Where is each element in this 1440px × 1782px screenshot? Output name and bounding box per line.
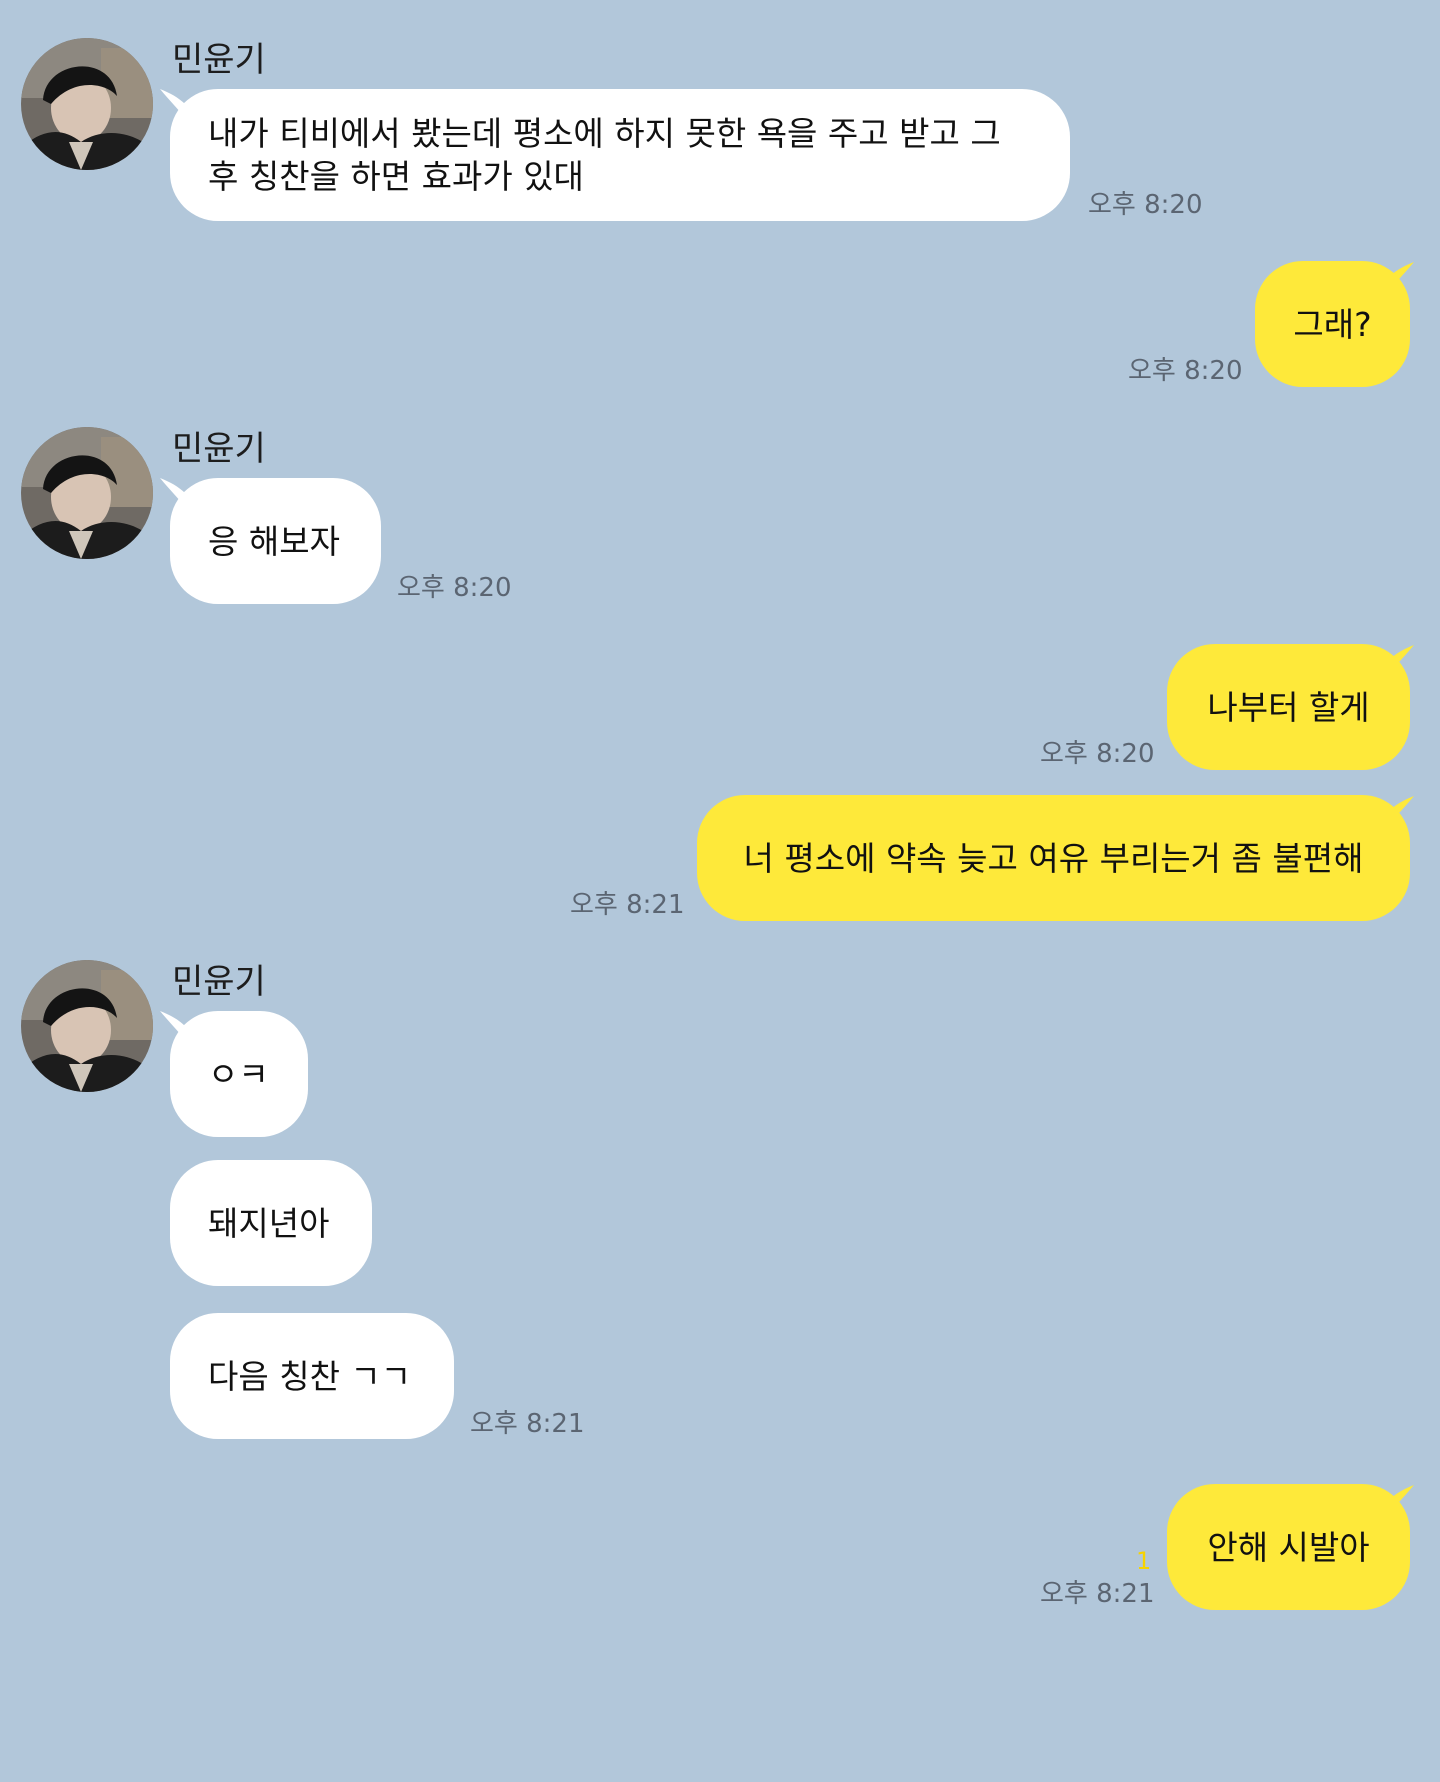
message-timestamp: 오후 8:20 [1088,190,1203,220]
message-timestamp: 오후 8:21 [470,1409,585,1439]
unread-count: 1 [1136,1547,1152,1575]
message-timestamp: 오후 8:21 [570,890,685,920]
avatar-photo-icon [21,960,153,1092]
message-timestamp: 오후 8:20 [1128,356,1243,386]
message-bubble-received[interactable]: 다음 칭찬 ㄱㄱ [170,1313,454,1439]
avatar-photo-icon [21,427,153,559]
message-bubble-received[interactable]: ㅇㅋ [170,1011,308,1137]
message-bubble-sent[interactable]: 나부터 할게 [1167,644,1410,770]
message-bubble-received[interactable]: 돼지년아 [170,1160,372,1286]
sender-avatar[interactable] [21,427,153,559]
message-bubble-received[interactable]: 내가 티비에서 봤는데 평소에 하지 못한 욕을 주고 받고 그 후 칭찬을 하… [170,89,1070,221]
message-bubble-sent[interactable]: 너 평소에 약속 늦고 여유 부리는거 좀 불편해 [697,795,1410,921]
sender-name: 민윤기 [172,962,266,1002]
message-bubble-received[interactable]: 응 해보자 [170,478,381,604]
message-timestamp: 오후 8:21 [1040,1579,1155,1609]
sender-name: 민윤기 [172,40,266,80]
message-timestamp: 오후 8:20 [397,573,512,603]
sender-avatar[interactable] [21,960,153,1092]
avatar-photo-icon [21,38,153,170]
message-bubble-sent[interactable]: 안해 시발아 [1167,1484,1410,1610]
message-timestamp: 오후 8:20 [1040,739,1155,769]
sender-name: 민윤기 [172,429,266,469]
sender-avatar[interactable] [21,38,153,170]
message-bubble-sent[interactable]: 그래? [1255,261,1410,387]
